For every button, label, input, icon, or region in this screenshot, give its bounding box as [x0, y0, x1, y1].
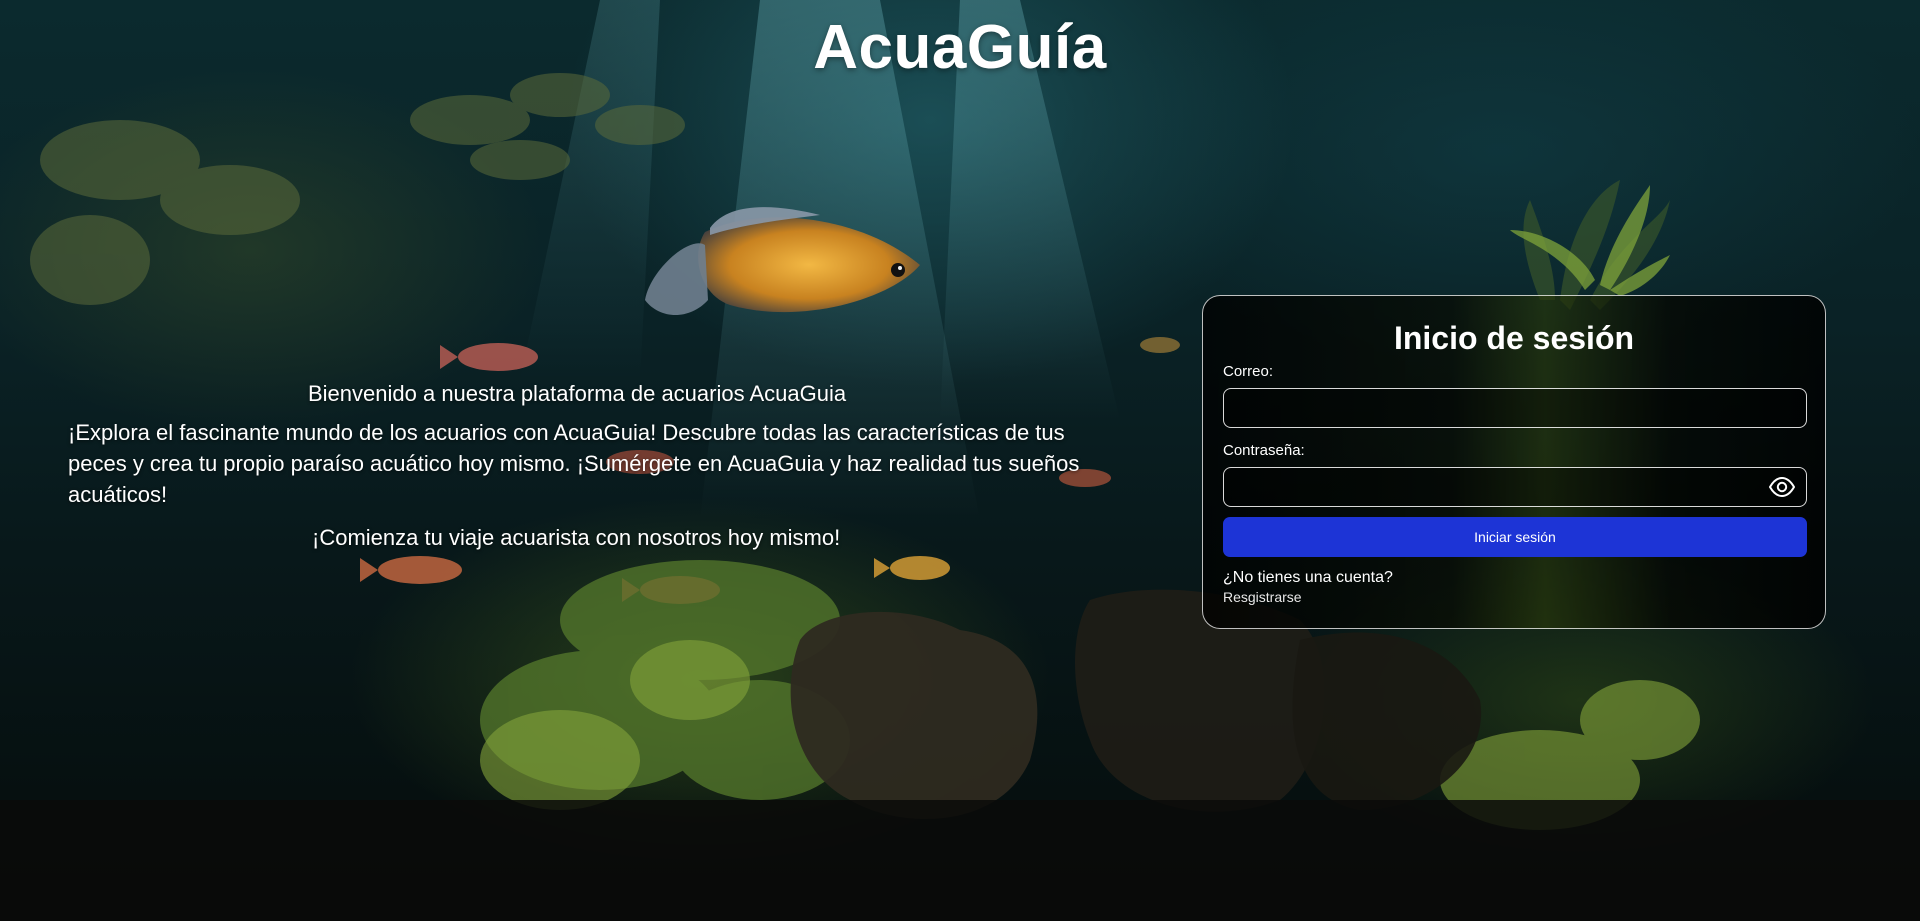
login-title: Inicio de sesión: [1393, 320, 1635, 356]
login-button[interactable]: Iniciar sesión: [1223, 517, 1807, 557]
intro-paragraph: ¡Explora el fascinante mundo de los acua…: [68, 420, 1080, 507]
password-label: Contraseña:: [1223, 442, 1305, 459]
login-page: AcuaGuía Bienvenido a nuestra plataforma…: [0, 0, 1920, 921]
email-field[interactable]: [1223, 388, 1807, 428]
site-title: AcuaGuía: [813, 13, 1107, 82]
intro-section: Bienvenido a nuestra plataforma de acuar…: [68, 378, 1108, 553]
welcome-text: Bienvenido a nuestra plataforma de acuar…: [308, 381, 847, 406]
cta-text: ¡Comienza tu viaje acuarista con nosotro…: [312, 525, 841, 550]
password-field[interactable]: [1223, 467, 1807, 507]
email-label: Correo:: [1223, 363, 1274, 380]
password-field-wrapper: [1223, 467, 1807, 507]
eye-icon[interactable]: [1769, 476, 1795, 498]
register-link[interactable]: Resgistrarse: [1223, 589, 1302, 605]
login-form: Inicio de sesión Correo: Contraseña: Ini…: [1202, 295, 1826, 629]
no-account-text: ¿No tienes una cuenta?: [1223, 569, 1393, 586]
